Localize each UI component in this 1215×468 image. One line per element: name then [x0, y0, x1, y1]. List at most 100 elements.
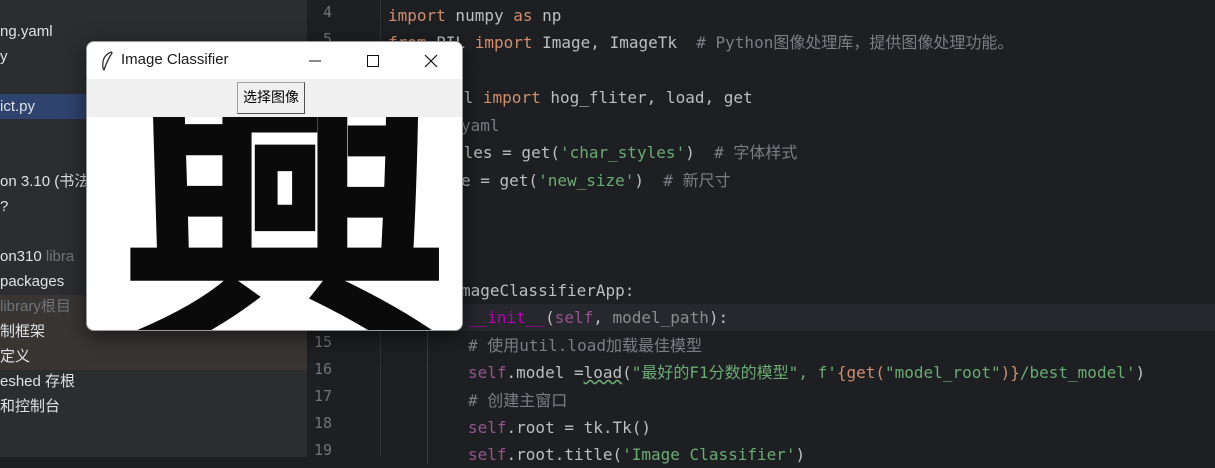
string: 'new_size' [538, 171, 635, 190]
sidebar-item-typeshed[interactable]: eshed 存根 [0, 369, 75, 394]
sidebar-item-label: 和控制台 [0, 398, 61, 415]
comment: yaml [461, 116, 500, 135]
code-text: .model = [506, 363, 584, 382]
sidebar-item-python310[interactable]: on310 libra [0, 244, 74, 269]
self-keyword: self [554, 308, 594, 327]
keyword: import [482, 88, 541, 107]
displayed-character: 興 [120, 117, 450, 330]
sidebar-item-label: eshed 存根 [0, 373, 76, 390]
code-text: ): [708, 308, 729, 327]
comment: # 创建主窗口 [468, 391, 568, 410]
sidebar-item-site-packages[interactable]: packages [0, 269, 64, 294]
code-text: numpy [445, 6, 514, 25]
code-text: .root.title( [506, 445, 623, 464]
minimize-icon [309, 60, 321, 61]
code-line-6[interactable]: il import hog_fliter, load, get [454, 84, 753, 111]
code-line-5[interactable]: from PIL import Image, ImageTk # Python图… [388, 29, 1013, 56]
sidebar-item-file[interactable]: y [0, 44, 8, 69]
code-text: hog_fliter, load, get [540, 88, 753, 107]
code-line-16[interactable]: self.model =load("最好的F1分数的模型", f'{get("m… [468, 359, 1145, 386]
code-text: ) [1135, 363, 1146, 382]
sidebar-item-label: ? [0, 198, 9, 215]
sidebar-item-label: 定义 [0, 348, 31, 365]
sidebar-item-label: ng.yaml [0, 23, 53, 40]
sidebar-item-label: ict.py [0, 98, 36, 115]
parameter: model_path [612, 308, 709, 327]
self-keyword: self [468, 445, 507, 464]
string: "model_root" [885, 363, 1001, 382]
sidebar-item-definitions[interactable]: 定义 [0, 344, 30, 369]
minimize-button[interactable] [286, 42, 344, 79]
image-classifier-window[interactable]: Image Classifier 选择图像 興 [86, 41, 463, 331]
code-text: ) [795, 445, 806, 464]
fstring-expr: {get( [836, 363, 886, 382]
dunder-method: __init__ [468, 308, 546, 327]
comment: # 新尺寸 [663, 171, 731, 190]
code-line-17[interactable]: # 创建主窗口 [468, 387, 567, 414]
comment: # 使用util.load加载最佳模型 [468, 336, 702, 355]
sidebar-item-hint: libra [45, 248, 75, 265]
line-number: 17 [313, 387, 332, 405]
string: , f' [798, 363, 837, 382]
code-text: np [532, 6, 562, 25]
string: /best_model' [1019, 363, 1136, 382]
keyword: import [388, 6, 446, 25]
sidebar-item-label: 制框架 [0, 323, 46, 340]
code-text: ) [685, 143, 715, 162]
sidebar-item-chevron[interactable]: ? [0, 194, 8, 219]
sidebar-item-label: packages [0, 273, 65, 290]
code-line-8[interactable]: yles = get('char_styles') # 字体样式 [454, 139, 797, 166]
code-line-7[interactable]: yaml [461, 112, 500, 139]
string: "最好的F1分数的模型" [631, 363, 799, 382]
maximize-icon [367, 54, 379, 67]
underlined-call: load [583, 363, 623, 382]
code-text: ( [545, 308, 555, 327]
code-line-4[interactable]: import numpy as np [388, 2, 561, 29]
line-number: 18 [313, 414, 332, 432]
sidebar-item-yaml[interactable]: ng.yaml [0, 19, 53, 44]
code-text: , [593, 308, 613, 327]
string: 'Image Classifier' [622, 445, 796, 464]
sidebar-item-library-root[interactable]: library根目 [0, 294, 71, 319]
code-text: ( [622, 363, 632, 382]
code-line-14[interactable]: __init__(self, model_path): [468, 304, 728, 331]
line-number: 16 [313, 360, 332, 378]
line-number: 19 [313, 441, 332, 459]
fstring-expr: )} [1000, 363, 1020, 382]
code-line-13[interactable]: mageClassifierApp: [461, 277, 634, 304]
sidebar-item-label: y [0, 48, 8, 65]
code-line-18[interactable]: self.root = tk.Tk() [468, 414, 651, 441]
window-title: Image Classifier [121, 51, 229, 68]
sidebar-item-label: on 3.10 (书法 [0, 173, 90, 190]
maximize-button[interactable] [344, 42, 402, 79]
image-display: 興 [87, 117, 462, 330]
code-line-19[interactable]: self.root.title('Image Classifier') [468, 441, 805, 468]
line-number: 15 [313, 333, 332, 351]
code-line-9[interactable]: e = get('new_size') # 新尺寸 [461, 167, 731, 194]
close-button[interactable] [402, 42, 460, 79]
self-keyword: self [468, 418, 507, 437]
sidebar-item-python-sdk[interactable]: on 3.10 (书法 [0, 169, 89, 194]
sidebar-item-console[interactable]: 和控制台 [0, 394, 60, 419]
line-number: 4 [322, 3, 332, 21]
code-line-15[interactable]: # 使用util.load加载最佳模型 [468, 332, 702, 359]
comment: # Python图像处理库，提供图像处理功能。 [696, 33, 1014, 52]
sidebar-item-binary[interactable]: 制框架 [0, 319, 45, 344]
feather-icon [102, 51, 113, 71]
code-text: mageClassifierApp: [461, 281, 635, 300]
code-text: .root = tk.Tk() [506, 418, 652, 437]
sidebar-item-label: on310 [0, 248, 42, 265]
string: 'char_styles' [559, 143, 686, 162]
code-text: yles = get( [454, 143, 560, 162]
self-keyword: self [468, 363, 507, 382]
code-text: ) [634, 171, 664, 190]
window-titlebar[interactable]: Image Classifier [87, 42, 462, 79]
select-image-button[interactable]: 选择图像 [237, 82, 305, 114]
code-text: e = get( [461, 171, 539, 190]
sidebar-item-hint: library根目 [0, 298, 71, 315]
code-text: Image, ImageTk [532, 33, 697, 52]
keyword: import [474, 33, 533, 52]
keyword: as [513, 6, 533, 25]
comment: # 字体样式 [714, 143, 798, 162]
window-toolbar: 选择图像 [87, 79, 462, 117]
